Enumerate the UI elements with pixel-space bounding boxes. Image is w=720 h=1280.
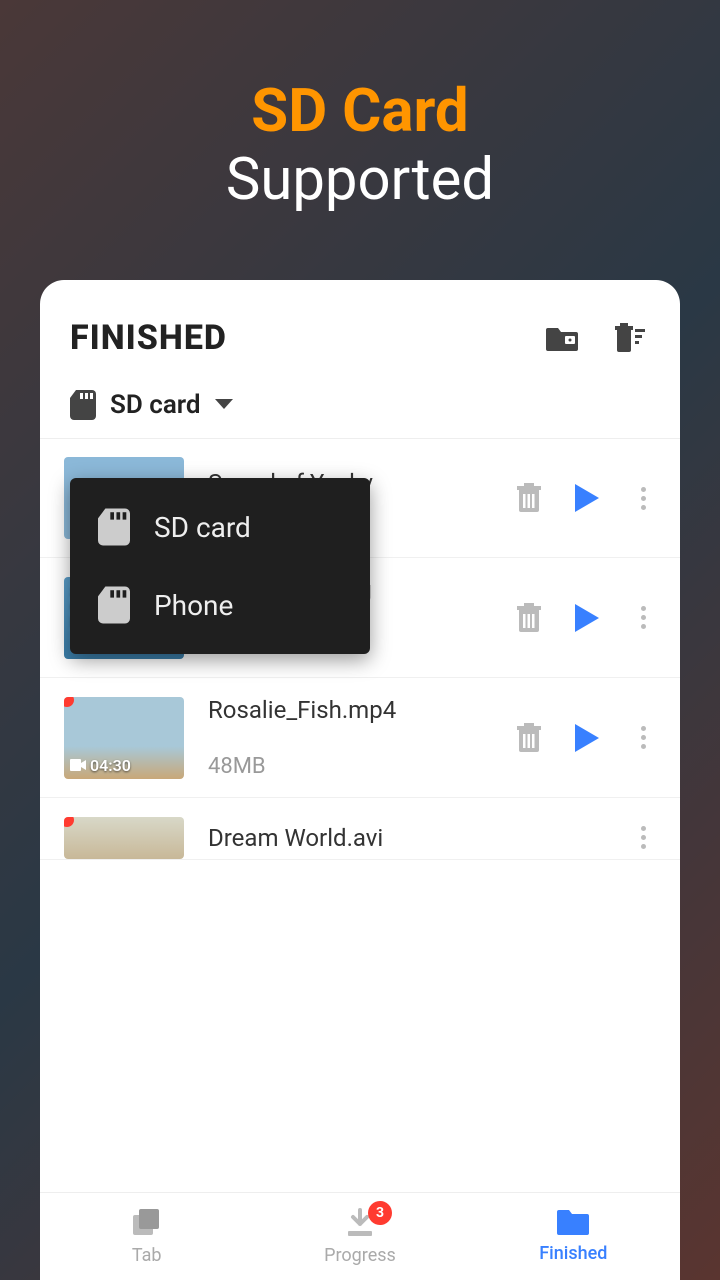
tab-label: Tab [132,1245,162,1266]
storage-selector[interactable]: SD card [40,380,680,439]
tab-progress[interactable]: 3 Progress [253,1193,466,1280]
sd-card-icon [70,390,96,420]
sd-card-icon [98,586,130,624]
dropdown-item-label: Phone [154,589,233,622]
file-name: Rosalie_Fish.mp4 [208,696,515,724]
file-meta: Rosalie_Fish.mp4 48MB [208,696,515,779]
hero-subtitle: Supported [0,146,720,214]
play-button[interactable] [571,482,603,514]
play-button[interactable] [571,602,603,634]
private-folder-button[interactable] [542,318,582,358]
card-header: FINISHED [40,280,680,380]
video-icon [70,759,86,771]
sd-card-icon [98,508,130,546]
row-actions [515,477,656,520]
main-card: FINISHED SD card SD card Phone Soun [40,280,680,1280]
file-meta: Dream World.avi [208,824,631,852]
chevron-down-icon [215,399,233,411]
storage-selected-label: SD card [110,390,201,420]
more-button[interactable] [631,596,656,639]
dropdown-item-phone[interactable]: Phone [70,566,370,644]
more-button[interactable] [631,716,656,759]
tab-label: Finished [539,1243,607,1264]
new-indicator-dot [64,817,74,827]
hero-title: SD Card [0,75,720,146]
more-button[interactable] [631,477,656,520]
thumbnail: 04:30 [64,697,184,779]
file-size: 48MB [208,754,515,779]
tab-finished[interactable]: Finished [467,1193,680,1280]
clear-list-button[interactable] [610,318,650,358]
header-actions [542,318,650,358]
folder-icon [556,1207,590,1237]
more-button[interactable] [631,816,656,859]
delete-button[interactable] [515,602,543,634]
file-name: Dream World.avi [208,824,631,852]
delete-button[interactable] [515,722,543,754]
tab-icon [131,1207,163,1239]
row-actions [515,716,656,759]
new-indicator-dot [64,697,74,707]
dropdown-item-label: SD card [154,511,251,544]
bottom-tabs: Tab 3 Progress Finished [40,1192,680,1280]
list-item[interactable]: Dream World.avi [40,798,680,860]
dropdown-item-sdcard[interactable]: SD card [70,488,370,566]
list-item[interactable]: 04:30 Rosalie_Fish.mp4 48MB [40,678,680,798]
storage-dropdown: SD card Phone [70,478,370,654]
thumbnail [64,817,184,859]
hero: SD Card Supported [0,0,720,214]
tab-label: Progress [324,1245,396,1266]
duration-badge: 04:30 [70,756,131,775]
page-title: FINISHED [70,318,227,358]
row-actions [515,596,656,639]
play-button[interactable] [571,722,603,754]
delete-button[interactable] [515,482,543,514]
progress-badge: 3 [368,1201,392,1225]
tab-tab[interactable]: Tab [40,1193,253,1280]
row-actions [631,816,656,859]
